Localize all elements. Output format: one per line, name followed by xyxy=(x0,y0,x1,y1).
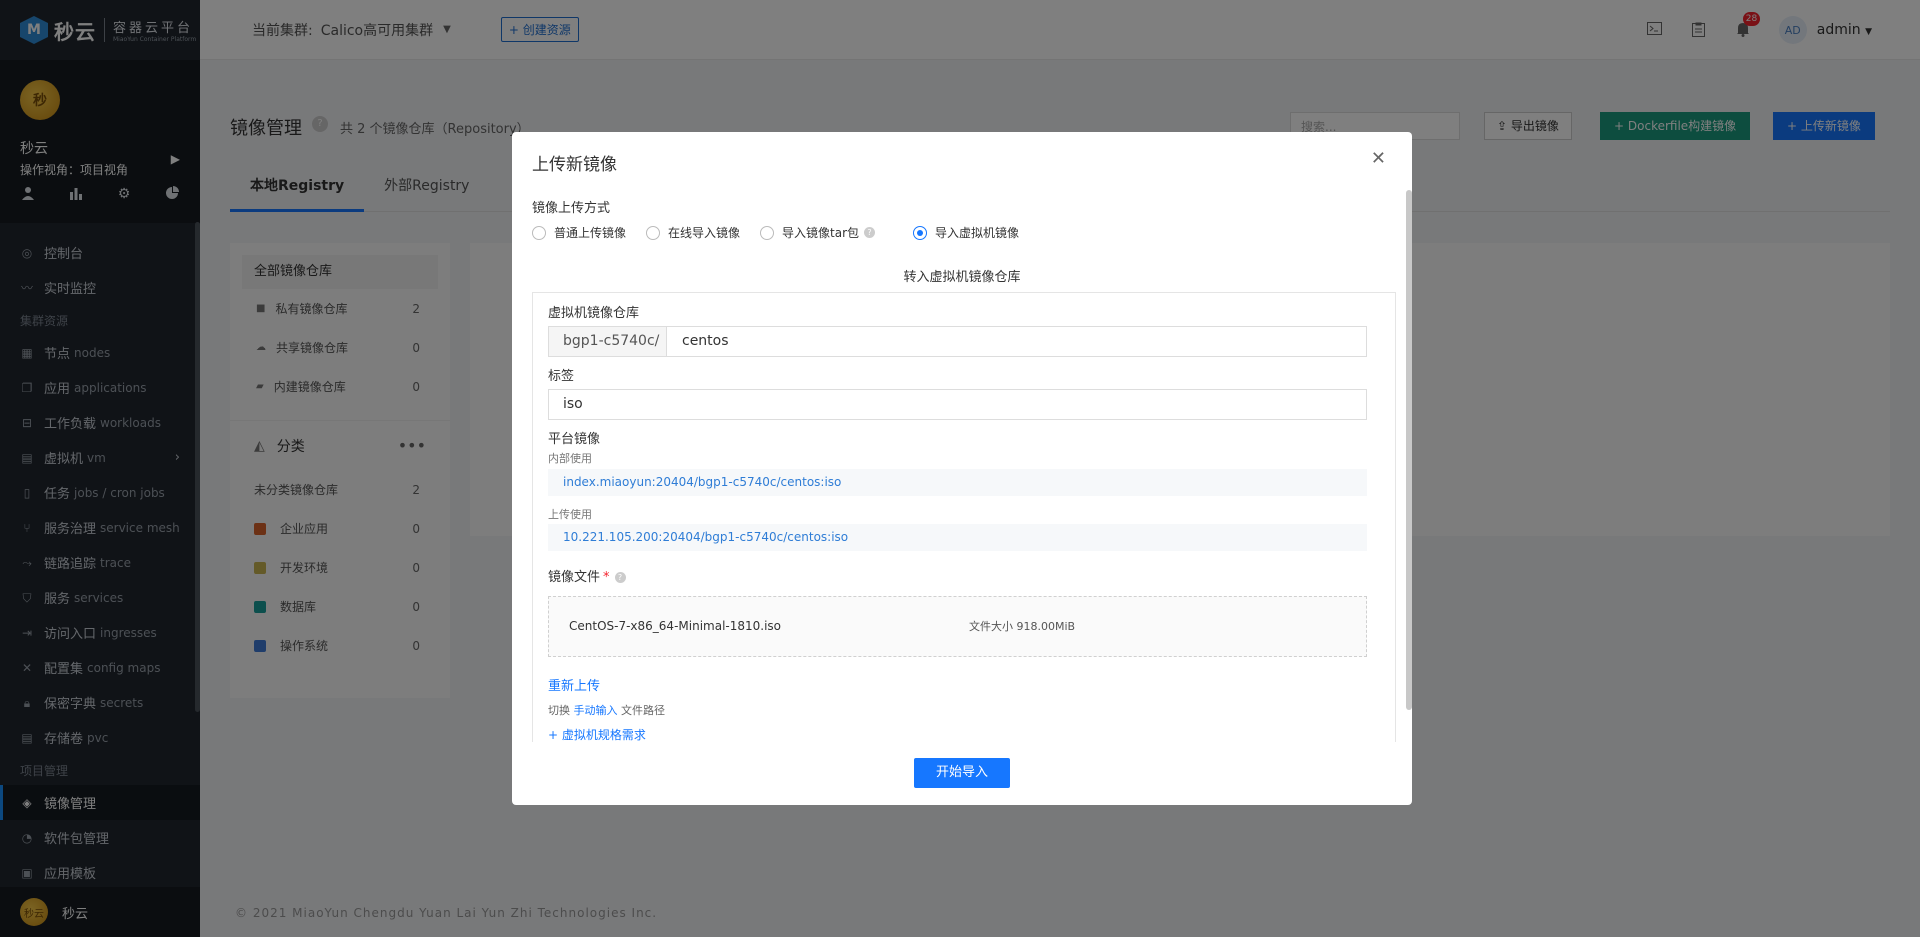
upload-image-modal: 上传新镜像 ✕ 镜像上传方式 普通上传镜像 在线导入镜像 导入镜像tar包 ? … xyxy=(512,132,1412,805)
image-file-label-text: 镜像文件 xyxy=(548,570,601,585)
close-icon[interactable]: ✕ xyxy=(1371,148,1386,169)
radio-label: 导入镜像tar包 xyxy=(782,226,860,240)
internal-image-address: index.miaoyun:20404/bgp1-c5740c/centos:i… xyxy=(548,469,1367,496)
radio-dot xyxy=(646,225,661,240)
switch-input-mode: 切换 手动输入 文件路径 xyxy=(548,702,665,718)
radio-dot xyxy=(913,225,928,240)
reupload-link[interactable]: 重新上传 xyxy=(548,675,600,694)
help-icon[interactable]: ? xyxy=(864,227,876,238)
tag-label: 标签 xyxy=(548,369,575,384)
internal-use-label: 内部使用 xyxy=(548,452,592,465)
vm-spec-link[interactable]: + 虚拟机规格需求 xyxy=(548,726,646,742)
section-caption: 转入虚拟机镜像仓库 xyxy=(903,270,1021,285)
file-dropzone[interactable]: CentOS-7-x86_64-Minimal-1810.iso 文件大小 91… xyxy=(548,596,1367,657)
switch-suffix: 文件路径 xyxy=(621,704,665,717)
platform-image-label: 平台镜像 xyxy=(548,432,601,447)
manual-input-link[interactable]: 手动输入 xyxy=(574,704,618,717)
repo-input-group: bgp1-c5740c/ centos xyxy=(548,326,1367,357)
radio-tar-import[interactable]: 导入镜像tar包 ? xyxy=(760,224,876,241)
required-mark: * xyxy=(603,570,610,585)
repo-prefix: bgp1-c5740c/ xyxy=(549,327,667,356)
upload-use-label: 上传使用 xyxy=(548,508,592,521)
file-size: 文件大小 918.00MiB xyxy=(969,620,1076,633)
upload-method-radio-group: 普通上传镜像 在线导入镜像 导入镜像tar包 ? 导入虚拟机镜像 xyxy=(532,224,1019,241)
image-file-label: 镜像文件 *? xyxy=(548,566,626,585)
vm-import-form: 虚拟机镜像仓库 bgp1-c5740c/ centos 标签 iso 平台镜像 … xyxy=(532,292,1396,742)
file-name: CentOS-7-x86_64-Minimal-1810.iso xyxy=(569,619,782,633)
repo-label: 虚拟机镜像仓库 xyxy=(548,306,640,321)
radio-label: 普通上传镜像 xyxy=(554,226,627,240)
radio-dot xyxy=(760,225,775,240)
radio-label: 在线导入镜像 xyxy=(668,226,741,240)
radio-vm-import[interactable]: 导入虚拟机镜像 xyxy=(913,224,1019,241)
modal-title: 上传新镜像 xyxy=(532,155,617,175)
tag-input[interactable]: iso xyxy=(548,389,1367,420)
upload-method-label: 镜像上传方式 xyxy=(532,201,611,216)
start-import-button[interactable]: 开始导入 xyxy=(914,758,1010,788)
switch-prefix: 切换 xyxy=(548,704,570,717)
help-icon[interactable]: ? xyxy=(614,572,626,583)
radio-dot xyxy=(532,225,546,240)
radio-online-import[interactable]: 在线导入镜像 xyxy=(646,224,740,241)
repo-name-input[interactable]: centos xyxy=(667,327,729,356)
radio-label: 导入虚拟机镜像 xyxy=(935,226,1020,240)
radio-normal-upload[interactable]: 普通上传镜像 xyxy=(532,224,626,241)
upload-image-address: 10.221.105.200:20404/bgp1-c5740c/centos:… xyxy=(548,524,1367,551)
